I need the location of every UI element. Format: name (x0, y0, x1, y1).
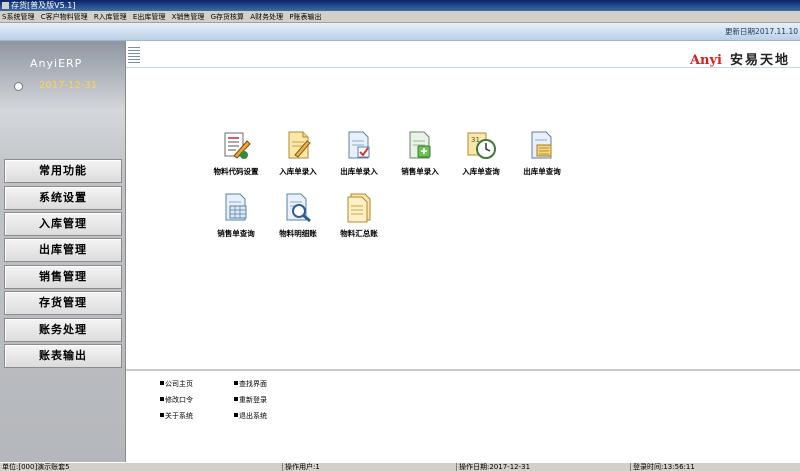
shortcut-inbound-query[interactable]: 31 入库单查询 (451, 129, 511, 177)
link-exit[interactable]: 退出系统 (234, 411, 267, 421)
menu-finance[interactable]: A财务处理 (248, 11, 285, 23)
material-summary-icon (347, 193, 371, 223)
header-band: 更新日期2017.11.10 (0, 23, 800, 41)
outbound-query-icon (531, 131, 552, 159)
menu-inbound[interactable]: R入库管理 (92, 11, 129, 23)
material-code-icon (224, 132, 251, 159)
shortcut-label: 销售单查询 (217, 229, 255, 238)
bullet-icon (160, 381, 164, 385)
link-relogin[interactable]: 重新登录 (234, 395, 267, 405)
bullet-icon (160, 413, 164, 417)
sidebar-item-accounting[interactable]: 账务处理 (4, 318, 122, 342)
shortcut-label: 入库单录入 (279, 167, 317, 176)
brand-logo: AnyiERP (30, 57, 83, 70)
link-company-home[interactable]: 公司主页 (160, 379, 193, 389)
shortcut-label: 物料代码设置 (213, 167, 259, 176)
bullet-icon (234, 381, 238, 385)
shortcut-sales-query[interactable]: 销售单查询 (206, 191, 266, 239)
main-panel: Anyi 安易天地 物料代码设置 入库单录入 出库单录入 销售单录入 31 入库… (126, 41, 800, 369)
logo-chinese: 安易天地 (729, 53, 790, 68)
bullet-icon (234, 397, 238, 401)
quick-links-panel: 公司主页 查找界面 修改口令 重新登录 关于系统 退出系统 (126, 369, 800, 462)
menu-customer-material[interactable]: C客户物料管理 (39, 11, 90, 23)
sidebar-item-common[interactable]: 常用功能 (4, 159, 122, 183)
sidebar-item-sales[interactable]: 销售管理 (4, 265, 122, 289)
shortcut-material-code[interactable]: 物料代码设置 (206, 129, 266, 177)
shortcut-label: 物料汇总账 (340, 229, 378, 238)
status-operator: 操作用户:1 (282, 463, 320, 471)
sales-entry-icon (409, 131, 431, 159)
material-ledger-icon (286, 193, 311, 223)
divider (126, 67, 800, 68)
menu-inventory-accounting[interactable]: G存货核算 (209, 11, 246, 23)
status-bar: 单位:[000]演示账套5 操作用户:1 操作日期:2017-12-31 登录时… (0, 462, 800, 471)
menu-system[interactable]: S系统管理 (0, 11, 36, 23)
menu-bar: S系统管理 C客户物料管理 R入库管理 E出库管理 X销售管理 G存货核算 A财… (0, 11, 800, 23)
app-icon (2, 2, 9, 9)
link-change-password[interactable]: 修改口令 (160, 395, 193, 405)
bullet-icon (160, 397, 164, 401)
shortcut-sales-entry[interactable]: 销售单录入 (390, 129, 450, 177)
shortcut-label: 出库单录入 (340, 167, 378, 176)
shortcut-label: 出库单查询 (523, 167, 561, 176)
status-op-date: 操作日期:2017-12-31 (456, 463, 530, 471)
sales-query-icon (225, 193, 247, 221)
sidebar-date: 2017-12-31 (39, 80, 98, 91)
window-title: 存货[普及版V5.1] (11, 1, 76, 10)
inbound-query-icon: 31 (467, 132, 496, 159)
sidebar-item-outbound[interactable]: 出库管理 (4, 238, 122, 262)
shortcut-label: 物料明细账 (279, 229, 317, 238)
sidebar-item-settings[interactable]: 系统设置 (4, 186, 122, 210)
link-find-interface[interactable]: 查找界面 (234, 379, 267, 389)
link-about[interactable]: 关于系统 (160, 411, 193, 421)
shortcut-material-ledger[interactable]: 物料明细账 (268, 191, 328, 239)
sidebar-item-inventory[interactable]: 存货管理 (4, 291, 122, 315)
outbound-entry-icon (348, 131, 370, 159)
bullet-icon (234, 413, 238, 417)
sidebar-item-inbound[interactable]: 入库管理 (4, 212, 122, 236)
update-date: 更新日期2017.11.10 (725, 27, 798, 36)
sidebar-item-reports[interactable]: 账表输出 (4, 344, 122, 368)
menu-outbound[interactable]: E出库管理 (131, 11, 167, 23)
shortcut-material-summary[interactable]: 物料汇总账 (329, 191, 389, 239)
logo-latin: Anyi (689, 53, 722, 68)
shortcut-label: 入库单查询 (462, 167, 500, 176)
status-unit: 单位:[000]演示账套5 (2, 463, 70, 471)
menu-sales[interactable]: X销售管理 (170, 11, 207, 23)
shortcut-label: 销售单录入 (401, 167, 439, 176)
panel-grip (128, 47, 140, 63)
clock-icon (14, 82, 23, 91)
sidebar: AnyiERP 2017-12-31 常用功能 系统设置 入库管理 出库管理 销… (0, 41, 126, 462)
inbound-entry-icon (288, 131, 311, 159)
shortcut-inbound-entry[interactable]: 入库单录入 (268, 129, 328, 177)
shortcut-outbound-query[interactable]: 出库单查询 (512, 129, 572, 177)
shortcut-outbound-entry[interactable]: 出库单录入 (329, 129, 389, 177)
window-titlebar: 存货[普及版V5.1] (0, 0, 800, 11)
status-login-time: 登录时间:13:56:11 (630, 463, 695, 471)
company-logo: Anyi 安易天地 (690, 49, 790, 68)
menu-reports[interactable]: P账表输出 (287, 11, 323, 23)
